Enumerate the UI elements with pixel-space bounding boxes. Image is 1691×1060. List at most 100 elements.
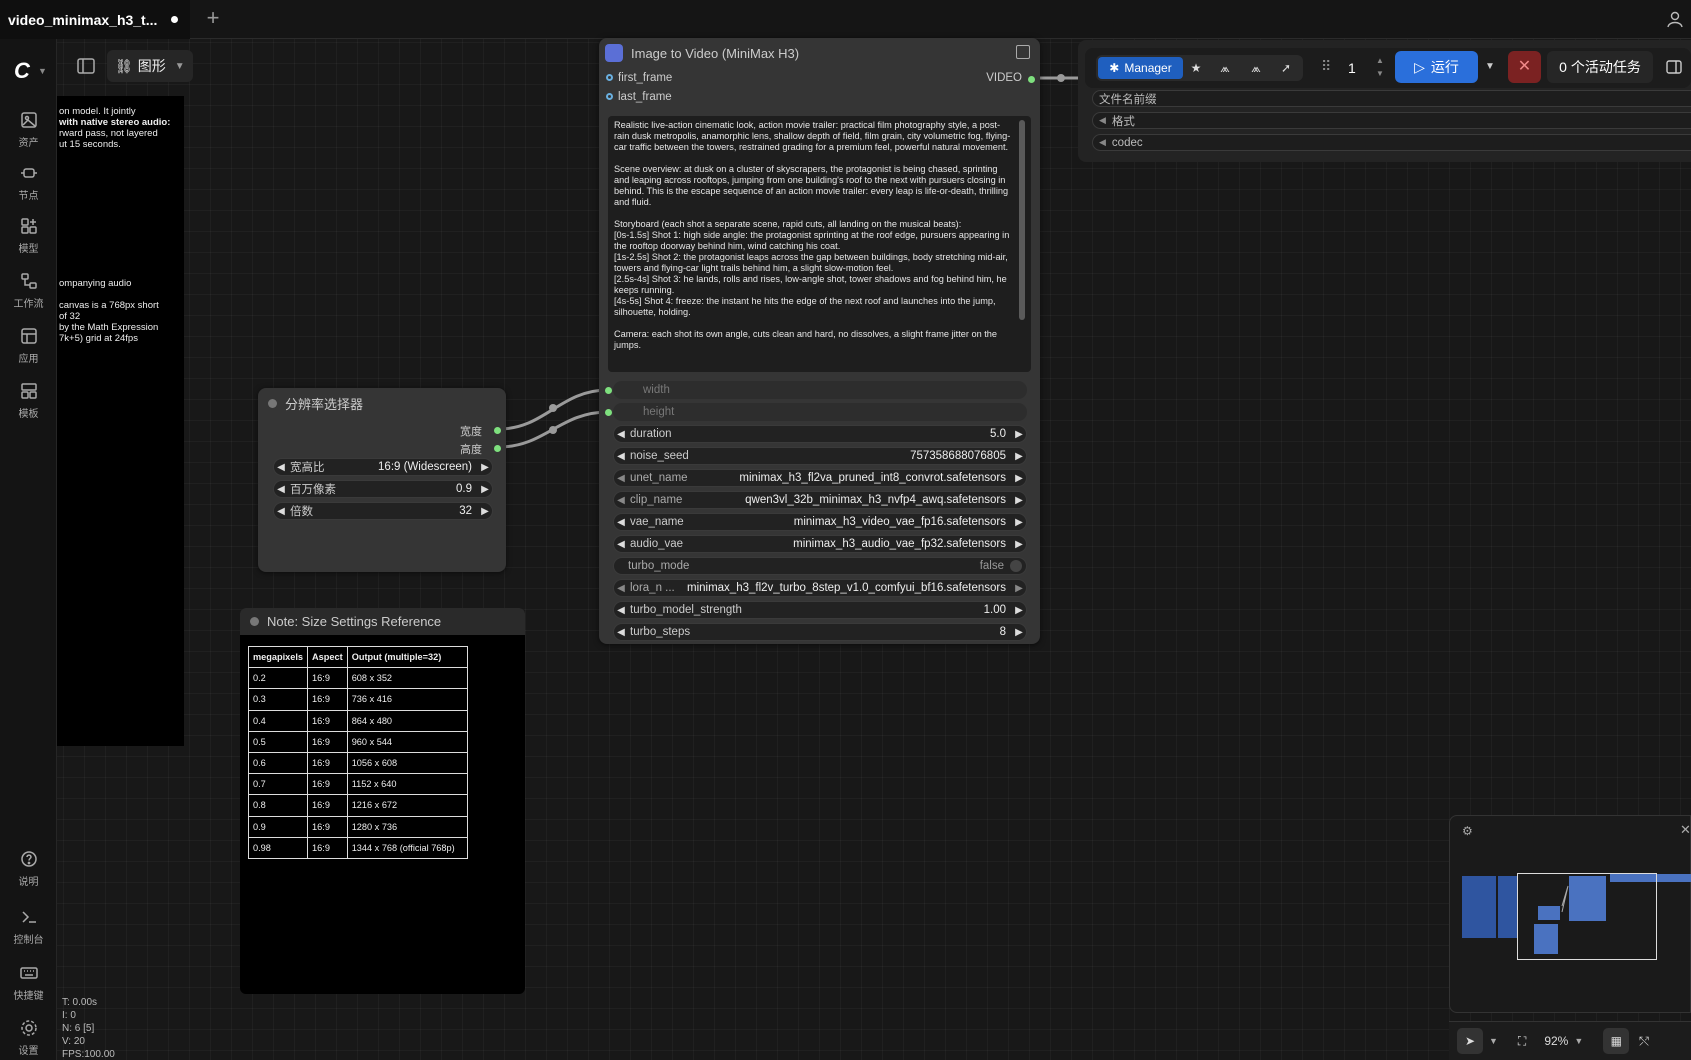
sidebar-item-assets[interactable]: 资产 xyxy=(0,110,57,160)
decrement-arrow-icon[interactable]: ◀ xyxy=(274,484,288,495)
increment-arrow-icon[interactable]: ▶ xyxy=(1012,517,1026,528)
node-header[interactable]: 分辨率选择器 xyxy=(258,388,506,418)
drag-handle-icon[interactable]: ⠿ xyxy=(1321,58,1331,75)
increment-arrow-icon[interactable]: ▶ xyxy=(1012,451,1026,462)
increment-arrow-icon[interactable]: ▶ xyxy=(1012,583,1026,594)
decrement-arrow-icon[interactable]: ◀ xyxy=(1099,115,1106,126)
run-options-chevron-icon[interactable]: ▼ xyxy=(1478,51,1502,83)
size-reference-note[interactable]: Note: Size Settings Reference megapixels… xyxy=(240,608,525,994)
output-slot-width[interactable] xyxy=(494,427,501,434)
new-tab-button[interactable]: + xyxy=(200,6,226,32)
increment-arrow-icon[interactable]: ▶ xyxy=(1012,495,1026,506)
increment-arrow-icon[interactable]: ▶ xyxy=(1012,627,1026,638)
minimap[interactable]: ⚙ ✕ xyxy=(1449,815,1691,1013)
widget-turbo-mode[interactable]: turbo_mode false xyxy=(613,557,1027,575)
collapse-dot-icon[interactable] xyxy=(250,617,259,626)
chevron-down-icon[interactable]: ▼ xyxy=(1574,1036,1583,1046)
decrement-arrow-icon[interactable]: ◀ xyxy=(1099,137,1106,148)
increment-arrow-icon[interactable]: ▶ xyxy=(478,462,492,473)
widget-multiple[interactable]: ◀ 倍数 32 ▶ xyxy=(273,502,493,520)
widget-audio-vae[interactable]: ◀ audio_vae minimax_h3_audio_vae_fp32.sa… xyxy=(613,535,1027,553)
widget-vae-name[interactable]: ◀ vae_name minimax_h3_video_vae_fp16.saf… xyxy=(613,513,1027,531)
link-visibility-icon[interactable]: ⤲ xyxy=(1639,1034,1649,1049)
decrement-arrow-icon[interactable]: ◀ xyxy=(274,462,288,473)
sidebar-item-help[interactable]: 说明 xyxy=(0,849,57,899)
model-update-icon[interactable]: ⩕ xyxy=(1247,59,1265,77)
share-icon[interactable]: ➚ xyxy=(1277,59,1295,77)
input-slot-width[interactable] xyxy=(605,387,612,394)
decrement-arrow-icon[interactable]: ◀ xyxy=(614,451,628,462)
sidebar-item-templates[interactable]: 模板 xyxy=(0,381,57,431)
minimap-toggle-icon[interactable]: ▦ xyxy=(1603,1028,1630,1054)
chevron-down-icon[interactable]: ▼ xyxy=(1489,1036,1498,1046)
star-icon[interactable]: ★ xyxy=(1187,59,1205,77)
width-input[interactable]: width xyxy=(613,381,1027,399)
increment-arrow-icon[interactable]: ▶ xyxy=(1012,473,1026,484)
decrement-arrow-icon[interactable]: ◀ xyxy=(274,506,288,517)
model-download-icon[interactable]: ⩕ xyxy=(1216,59,1234,77)
resolution-selector-node[interactable]: 分辨率选择器 宽度 高度 ◀ 宽高比 16:9 (Widescreen) ▶ ◀… xyxy=(258,388,506,572)
app-logo-icon[interactable]: C xyxy=(14,58,30,84)
sidebar-item-workflows[interactable]: 工作流 xyxy=(0,271,57,321)
sidebar-item-console[interactable]: 控制台 xyxy=(0,907,57,957)
image-to-video-node[interactable]: Image to Video (MiniMax H3) first_frame … xyxy=(599,38,1040,644)
sidebar-item-models[interactable]: 模型 xyxy=(0,216,57,266)
active-tasks-button[interactable]: 0 个活动任务 xyxy=(1547,51,1653,83)
cancel-button[interactable]: ✕ xyxy=(1508,51,1541,83)
decrement-arrow-icon[interactable]: ◀ xyxy=(614,473,628,484)
sidebar-item-settings[interactable]: 设置 xyxy=(0,1018,57,1060)
widget-codec[interactable]: ◀ codec xyxy=(1092,134,1691,151)
input-slot-last-frame[interactable] xyxy=(606,93,613,100)
decrement-arrow-icon[interactable]: ◀ xyxy=(614,429,628,440)
decrement-arrow-icon[interactable]: ◀ xyxy=(614,627,628,638)
prompt-textarea[interactable]: Realistic live-action cinematic look, ac… xyxy=(608,116,1031,372)
sidebar-item-nodes[interactable]: 节点 xyxy=(0,163,57,213)
input-slot-first-frame[interactable] xyxy=(606,74,613,81)
collapse-dot-icon[interactable] xyxy=(268,398,277,408)
minimap-viewport[interactable] xyxy=(1517,873,1657,960)
workflow-tab[interactable]: video_minimax_h3_t... xyxy=(0,0,190,39)
widget-noise-seed[interactable]: ◀ noise_seed 757358688076805 ▶ xyxy=(613,447,1027,465)
node-header[interactable]: Note: Size Settings Reference xyxy=(240,608,525,635)
widget-clip-name[interactable]: ◀ clip_name qwen3vl_32b_minimax_h3_nvfp4… xyxy=(613,491,1027,509)
input-slot-height[interactable] xyxy=(605,409,612,416)
fit-view-icon[interactable]: ⛶ xyxy=(1518,1034,1526,1049)
decrement-arrow-icon[interactable]: ◀ xyxy=(614,539,628,550)
widget-turbo-model-strength[interactable]: ◀ turbo_model_strength 1.00 ▶ xyxy=(613,601,1027,619)
widget-lora-name[interactable]: ◀ lora_n ... minimax_h3_fl2v_turbo_8step… xyxy=(613,579,1027,597)
increment-arrow-icon[interactable]: ▶ xyxy=(1012,605,1026,616)
node-header[interactable]: Image to Video (MiniMax H3) xyxy=(599,38,1040,68)
prompt-scrollbar[interactable] xyxy=(1019,120,1025,320)
sidebar-item-shortcuts[interactable]: 快捷键 xyxy=(0,963,57,1013)
widget-format[interactable]: ◀ 格式 xyxy=(1092,112,1691,129)
right-panel-toggle-icon[interactable] xyxy=(1665,58,1683,76)
user-icon[interactable] xyxy=(1666,10,1684,28)
manager-button[interactable]: ✱ Manager xyxy=(1098,57,1183,79)
select-tool-icon[interactable]: ➤ xyxy=(1457,1028,1483,1054)
queue-stepper-icon[interactable]: ▲ ▼ xyxy=(1376,54,1384,80)
description-note[interactable]: on model. It jointly with native stereo … xyxy=(57,96,184,746)
widget-filename-prefix[interactable]: 文件名前缀 xyxy=(1092,90,1691,107)
expand-icon[interactable] xyxy=(1016,45,1030,59)
sidebar-item-apps[interactable]: 应用 xyxy=(0,326,57,376)
widget-turbo-steps[interactable]: ◀ turbo_steps 8 ▶ xyxy=(613,623,1027,641)
chevron-down-icon[interactable]: ▼ xyxy=(38,66,47,76)
layout-toggle-icon[interactable] xyxy=(74,54,98,78)
increment-arrow-icon[interactable]: ▶ xyxy=(1012,539,1026,550)
graph-view-selector[interactable]: ⛓ 图形 ▼ xyxy=(107,50,193,82)
zoom-level[interactable]: 92% xyxy=(1544,1034,1568,1048)
decrement-arrow-icon[interactable]: ◀ xyxy=(614,517,628,528)
height-input[interactable]: height xyxy=(613,403,1027,421)
widget-unet-name[interactable]: ◀ unet_name minimax_h3_fl2va_pruned_int8… xyxy=(613,469,1027,487)
toggle-switch[interactable] xyxy=(1010,560,1022,572)
increment-arrow-icon[interactable]: ▶ xyxy=(478,484,492,495)
widget-megapixels[interactable]: ◀ 百万像素 0.9 ▶ xyxy=(273,480,493,498)
output-slot-height[interactable] xyxy=(494,445,501,452)
decrement-arrow-icon[interactable]: ◀ xyxy=(614,583,628,594)
increment-arrow-icon[interactable]: ▶ xyxy=(1012,429,1026,440)
output-slot-video[interactable] xyxy=(1028,76,1035,83)
decrement-arrow-icon[interactable]: ◀ xyxy=(614,495,628,506)
increment-arrow-icon[interactable]: ▶ xyxy=(478,506,492,517)
decrement-arrow-icon[interactable]: ◀ xyxy=(614,605,628,616)
run-button[interactable]: ▷ 运行 xyxy=(1395,51,1478,83)
